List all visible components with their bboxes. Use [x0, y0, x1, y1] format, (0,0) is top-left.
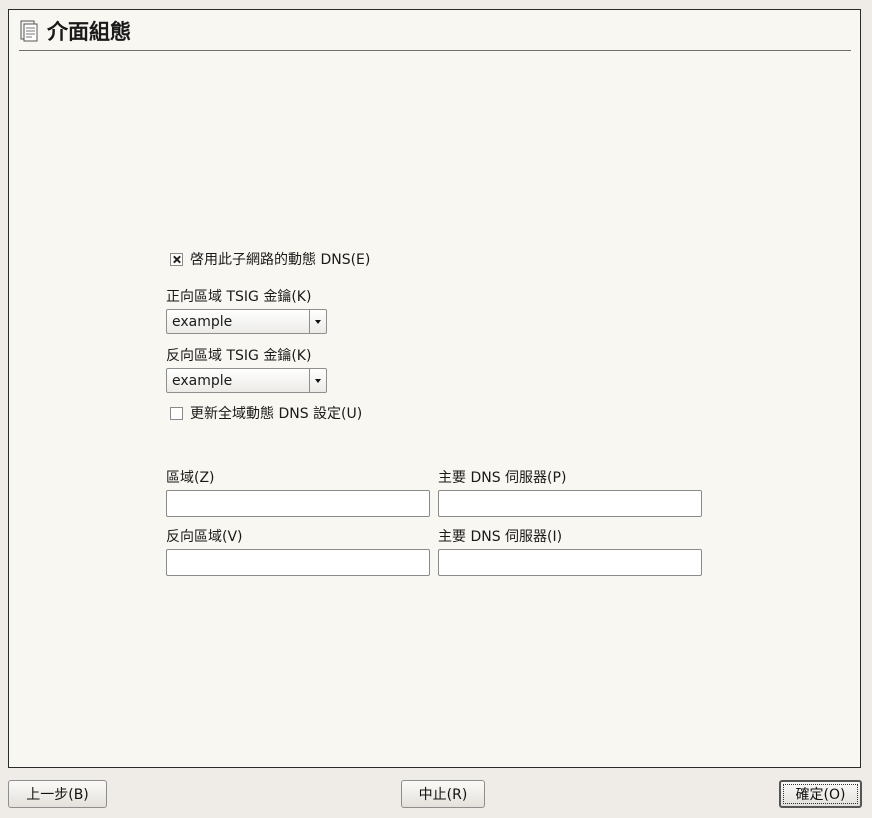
dynamic-dns-label: 啓用此子網路的動態 DNS(E) [190, 252, 371, 268]
reverse-zone-label: 反向區域(V) [166, 529, 243, 545]
zone-label: 區域(Z) [166, 470, 215, 486]
dynamic-dns-checkbox-row[interactable]: 啓用此子網路的動態 DNS(E) [170, 249, 370, 269]
reverse-tsig-value: example [172, 372, 233, 389]
global-ddns-checkbox-row[interactable]: 更新全域動態 DNS 設定(U) [170, 403, 362, 423]
document-list-icon [20, 20, 38, 42]
dynamic-dns-checkbox[interactable] [170, 252, 183, 266]
header-divider [19, 50, 851, 51]
forward-tsig-select[interactable]: example [166, 309, 327, 334]
primary-dns-1-input[interactable] [438, 490, 702, 517]
zone-input[interactable] [166, 490, 430, 517]
global-ddns-checkbox[interactable] [170, 406, 183, 420]
chevron-down-icon [315, 378, 321, 383]
forward-tsig-value: example [172, 313, 233, 330]
dialog-panel: 介面組態 啓用此子網路的動態 DNS(E) 正向區域 TSIG 金鑰(K) ex… [8, 9, 861, 768]
abort-button[interactable]: 中止(R) [401, 780, 485, 808]
primary-dns-2-label: 主要 DNS 伺服器(I) [438, 529, 563, 545]
reverse-zone-input[interactable] [166, 549, 430, 576]
ok-button[interactable]: 確定(O) [779, 780, 862, 808]
reverse-tsig-label: 反向區域 TSIG 金鑰(K) [166, 348, 312, 364]
back-button[interactable]: 上一步(B) [8, 780, 107, 808]
page-title: 介面組態 [47, 20, 131, 44]
forward-tsig-dropdown-button[interactable] [309, 310, 326, 333]
forward-tsig-label: 正向區域 TSIG 金鑰(K) [166, 289, 312, 305]
global-ddns-label: 更新全域動態 DNS 設定(U) [190, 406, 363, 422]
reverse-tsig-dropdown-button[interactable] [309, 369, 326, 392]
primary-dns-1-label: 主要 DNS 伺服器(P) [438, 470, 567, 486]
chevron-down-icon [315, 319, 321, 324]
header: 介面組態 [19, 17, 131, 45]
primary-dns-2-input[interactable] [438, 549, 702, 576]
reverse-tsig-select[interactable]: example [166, 368, 327, 393]
